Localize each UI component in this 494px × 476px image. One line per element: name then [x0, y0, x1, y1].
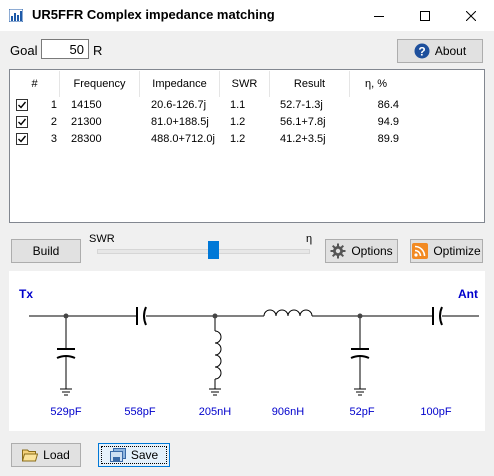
- component-value: 52pF: [349, 406, 375, 418]
- row-impedance: 488.0+712.0j: [151, 133, 215, 145]
- row-result: 41.2+3.5j: [280, 133, 326, 145]
- component-value: 529pF: [50, 406, 82, 418]
- checkmark-icon: [18, 135, 27, 143]
- optimize-label: Optimize: [433, 244, 481, 258]
- goal-unit: R: [93, 43, 103, 58]
- row-result: 52.7-1.3j: [280, 99, 323, 111]
- column-header-frequency[interactable]: Frequency: [60, 71, 140, 97]
- help-icon: ?: [414, 43, 430, 59]
- about-button[interactable]: ? About: [397, 39, 483, 63]
- close-icon: [466, 10, 476, 21]
- row-swr: 1.2: [230, 133, 246, 145]
- save-button[interactable]: Save: [98, 443, 170, 467]
- load-label: Load: [43, 448, 70, 462]
- maximize-button[interactable]: [402, 0, 448, 31]
- component-value: 205nH: [198, 406, 232, 418]
- row-index: 2: [50, 116, 57, 128]
- row-impedance: 81.0+188.5j: [151, 116, 209, 128]
- column-header-eta[interactable]: η, %: [350, 71, 402, 97]
- matching-network-schematic: Tx Ant 529pF 558pF 205nH 906nH 52pF 100p…: [9, 271, 485, 431]
- column-header-index[interactable]: #: [10, 71, 60, 97]
- swr-eta-slider-track[interactable]: [97, 249, 310, 254]
- row-swr: 1.1: [230, 99, 246, 111]
- table-row[interactable]: 2 21300 81.0+188.5j 1.2 56.1+7.8j 94.9: [11, 114, 411, 131]
- options-button[interactable]: Options: [325, 239, 398, 263]
- maximize-icon: [420, 10, 430, 21]
- row-frequency: 28300: [71, 133, 102, 145]
- rss-icon: [412, 243, 429, 259]
- component-value: 100pF: [420, 406, 452, 418]
- slider-swr-label: SWR: [89, 233, 115, 245]
- column-header-swr[interactable]: SWR: [220, 71, 270, 97]
- about-label: About: [434, 44, 467, 58]
- checkmark-icon: [18, 118, 27, 126]
- goal-input[interactable]: [41, 39, 89, 59]
- window-title: UR5FFR Complex impedance matching: [32, 7, 275, 22]
- row-checkbox[interactable]: [16, 99, 28, 111]
- save-icon: [109, 448, 126, 462]
- close-button[interactable]: [448, 0, 494, 31]
- row-impedance: 20.6-126.7j: [151, 99, 207, 111]
- row-eta: 86.4: [377, 99, 399, 111]
- goal-label: Goal: [10, 43, 38, 58]
- component-value: 906nH: [271, 406, 305, 418]
- build-button[interactable]: Build: [11, 239, 81, 263]
- optimize-button[interactable]: Optimize: [410, 239, 483, 263]
- options-label: Options: [351, 244, 393, 258]
- row-frequency: 21300: [71, 116, 102, 128]
- component-value: 558pF: [124, 406, 156, 418]
- row-index: 1: [50, 99, 57, 111]
- row-eta: 94.9: [377, 116, 399, 128]
- column-header-result[interactable]: Result: [270, 71, 350, 97]
- swr-eta-slider-thumb[interactable]: [208, 241, 219, 259]
- load-button[interactable]: Load: [11, 443, 81, 467]
- title-bar: UR5FFR Complex impedance matching: [0, 0, 494, 31]
- row-checkbox[interactable]: [16, 133, 28, 145]
- build-label: Build: [32, 244, 60, 258]
- minimize-button[interactable]: [356, 0, 402, 31]
- row-eta: 89.9: [377, 133, 399, 145]
- slider-eta-label: η: [306, 233, 313, 245]
- svg-text:?: ?: [418, 45, 425, 59]
- row-checkbox[interactable]: [16, 116, 28, 128]
- minimize-icon: [374, 15, 384, 17]
- gear-icon: [330, 243, 346, 259]
- table-row[interactable]: 1 14150 20.6-126.7j 1.1 52.7-1.3j 86.4: [11, 97, 411, 114]
- checkmark-icon: [18, 101, 27, 109]
- row-frequency: 14150: [71, 99, 102, 111]
- row-swr: 1.2: [230, 116, 246, 128]
- row-result: 56.1+7.8j: [280, 116, 326, 128]
- impedance-table[interactable]: # Frequency Impedance SWR Result η, % 1 …: [9, 69, 485, 223]
- column-header-impedance[interactable]: Impedance: [140, 71, 220, 97]
- row-index: 3: [50, 133, 57, 145]
- save-label: Save: [130, 448, 159, 462]
- bar-chart-icon: [9, 9, 23, 22]
- folder-open-icon: [22, 449, 39, 462]
- table-row[interactable]: 3 28300 488.0+712.0j 1.2 41.2+3.5j 89.9: [11, 131, 411, 148]
